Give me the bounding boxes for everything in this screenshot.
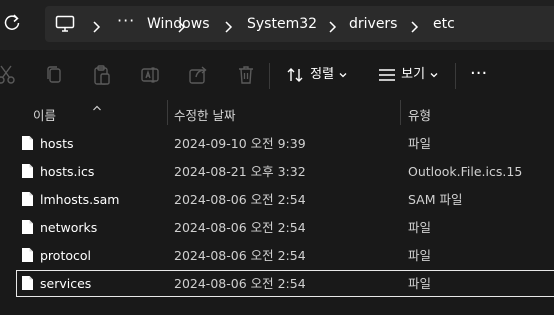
column-divider[interactable] bbox=[167, 100, 168, 125]
delete-icon[interactable] bbox=[234, 63, 258, 87]
file-date: 2024-08-06 오전 2:54 bbox=[174, 276, 306, 291]
address-bar[interactable]: ··· Windows System32 drivers etc bbox=[45, 6, 554, 42]
cut-icon[interactable] bbox=[0, 63, 18, 87]
file-row[interactable]: networks 2024-08-06 오전 2:54 파일 bbox=[16, 214, 554, 241]
chevron-down-icon bbox=[430, 72, 438, 77]
file-date: 2024-08-06 오전 2:54 bbox=[174, 220, 306, 235]
view-label: 보기 bbox=[401, 67, 426, 82]
breadcrumb-item-windows[interactable]: Windows bbox=[147, 6, 210, 42]
file-type: 파일 bbox=[408, 276, 432, 291]
breadcrumb-item-system32[interactable]: System32 bbox=[247, 6, 317, 42]
toolbar-divider bbox=[455, 63, 456, 89]
share-icon[interactable] bbox=[186, 63, 210, 87]
file-icon bbox=[21, 191, 34, 207]
chevron-right-icon[interactable] bbox=[409, 18, 419, 33]
file-name: services bbox=[40, 276, 92, 291]
chevron-right-icon[interactable] bbox=[223, 18, 233, 33]
this-pc-icon[interactable] bbox=[55, 15, 75, 33]
file-row[interactable]: hosts 2024-09-10 오전 9:39 파일 bbox=[16, 130, 554, 157]
sort-label: 정렬 bbox=[310, 67, 335, 82]
file-icon bbox=[21, 163, 34, 179]
file-type: SAM 파일 bbox=[408, 192, 463, 207]
toolbar-divider bbox=[269, 63, 270, 89]
file-name: hosts bbox=[40, 136, 74, 151]
sort-button[interactable]: 정렬 bbox=[286, 62, 348, 88]
file-row-selected[interactable]: services 2024-08-06 오전 2:54 파일 bbox=[16, 270, 554, 297]
refresh-icon[interactable] bbox=[4, 12, 22, 34]
view-button[interactable]: 보기 bbox=[377, 62, 439, 88]
file-icon bbox=[21, 275, 34, 291]
column-header-date[interactable]: 수정한 날짜 bbox=[174, 105, 235, 124]
file-date: 2024-08-06 오전 2:54 bbox=[174, 248, 306, 263]
file-name: lmhosts.sam bbox=[40, 192, 120, 207]
file-row[interactable]: protocol 2024-08-06 오전 2:54 파일 bbox=[16, 242, 554, 269]
copy-icon[interactable] bbox=[42, 63, 66, 87]
file-name: networks bbox=[40, 220, 98, 235]
file-icon bbox=[21, 135, 34, 151]
chevron-down-icon bbox=[339, 72, 347, 77]
paste-icon[interactable] bbox=[90, 63, 114, 87]
file-icon bbox=[21, 247, 34, 263]
file-date: 2024-09-10 오전 9:39 bbox=[174, 136, 306, 151]
address-bar-strip: ··· Windows System32 drivers etc bbox=[0, 0, 554, 50]
file-type: 파일 bbox=[408, 220, 432, 235]
column-header-type[interactable]: 유형 bbox=[408, 105, 431, 124]
file-date: 2024-08-21 오후 3:32 bbox=[174, 164, 306, 179]
file-name: protocol bbox=[40, 248, 91, 263]
breadcrumb-item-drivers[interactable]: drivers bbox=[349, 6, 397, 42]
breadcrumb-item-etc[interactable]: etc bbox=[433, 6, 455, 42]
column-header-name[interactable]: 이름 bbox=[33, 105, 56, 124]
view-icon bbox=[379, 68, 395, 81]
file-type: 파일 bbox=[408, 136, 432, 151]
command-bar: 정렬 보기 ··· bbox=[0, 50, 554, 100]
chevron-right-icon[interactable] bbox=[327, 18, 337, 33]
column-divider[interactable] bbox=[400, 100, 401, 125]
file-icon bbox=[21, 219, 34, 235]
file-type: Outlook.File.ics.15 bbox=[408, 164, 523, 179]
sort-ascending-icon bbox=[92, 97, 102, 111]
file-row[interactable]: hosts.ics 2024-08-21 오후 3:32 Outlook.Fil… bbox=[16, 158, 554, 185]
column-header-row: 이름 수정한 날짜 유형 bbox=[0, 100, 554, 125]
breadcrumb-overflow-button[interactable]: ··· bbox=[117, 6, 135, 42]
file-row[interactable]: lmhosts.sam 2024-08-06 오전 2:54 SAM 파일 bbox=[16, 186, 554, 213]
sort-icon bbox=[287, 67, 303, 82]
more-options-button[interactable]: ··· bbox=[470, 63, 490, 87]
file-name: hosts.ics bbox=[40, 164, 95, 179]
file-date: 2024-08-06 오전 2:54 bbox=[174, 192, 306, 207]
file-type: 파일 bbox=[408, 248, 432, 263]
chevron-right-icon[interactable] bbox=[91, 18, 101, 33]
rename-icon[interactable] bbox=[138, 63, 162, 87]
